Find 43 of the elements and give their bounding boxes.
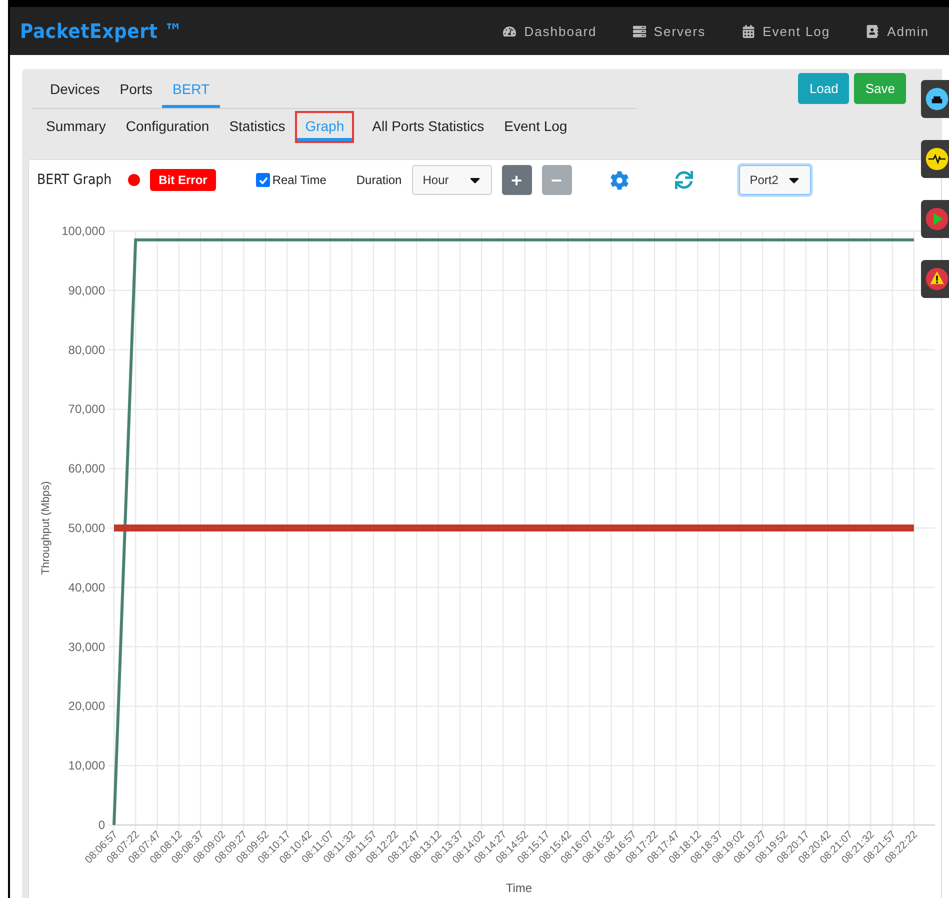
real-time-checkbox[interactable] <box>256 173 270 187</box>
nav-link[interactable]: Admin <box>866 24 929 38</box>
y-tick-label: 20,000 <box>68 699 105 714</box>
zoom-in-button[interactable] <box>502 165 532 195</box>
checkbox-label: Real Time <box>272 173 326 187</box>
status-badge: Bit Error <box>150 169 216 191</box>
port-select[interactable]: Port2 <box>738 165 811 195</box>
y-tick-label: 60,000 <box>68 462 105 476</box>
tab[interactable]: Devices <box>40 73 110 108</box>
y-tick-label: 0 <box>98 818 105 832</box>
calendar-icon <box>742 24 755 38</box>
side-button[interactable] <box>921 80 949 118</box>
sub-tab[interactable]: All Ports Statistics <box>364 113 492 141</box>
tab[interactable]: Ports <box>110 73 162 108</box>
side-button[interactable] <box>921 140 949 178</box>
y-tick-label: 80,000 <box>68 342 105 357</box>
brand-logo[interactable]: PacketExpert ™ <box>20 19 183 43</box>
x-axis-title: Time <box>506 881 532 895</box>
side-button[interactable] <box>921 260 949 298</box>
plus-icon <box>511 174 522 186</box>
duration-select[interactable]: Hour <box>412 165 492 195</box>
sub-tab[interactable]: Statistics <box>221 113 294 141</box>
y-tick-label: 10,000 <box>68 758 105 773</box>
nav-link[interactable]: Servers <box>632 24 706 38</box>
duration-label: Duration <box>356 173 402 187</box>
y-axis-title: Throughput (Mbps) <box>40 481 52 575</box>
y-tick-label: 50,000 <box>68 521 105 535</box>
nav-link[interactable]: Event Log <box>742 24 830 38</box>
y-tick-label: 40,000 <box>68 580 105 594</box>
graph-title: BERT Graph <box>37 172 112 188</box>
settings-icon[interactable] <box>610 170 629 190</box>
nav-link[interactable]: Dashboard <box>503 24 597 38</box>
y-tick-label: 90,000 <box>68 283 105 298</box>
sub-tab[interactable]: Summary <box>38 113 114 141</box>
y-tick-label: 70,000 <box>68 402 105 416</box>
refresh-icon[interactable] <box>674 171 693 189</box>
server-icon <box>632 24 646 38</box>
sub-tab[interactable]: Configuration <box>118 113 218 141</box>
sub-tab[interactable]: Event Log <box>496 113 576 141</box>
y-tick-label: 100,000 <box>62 224 105 238</box>
contact-card-icon <box>866 24 880 38</box>
y-tick-label: 30,000 <box>68 640 105 654</box>
dashboard-icon <box>503 24 516 38</box>
